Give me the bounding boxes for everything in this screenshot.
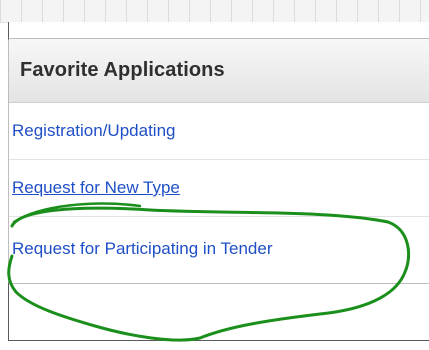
registration-updating-link[interactable]: Registration/Updating [12, 121, 175, 141]
top-toolbar-strip [0, 0, 429, 23]
list-item-request-participating-tender[interactable]: Request for Participating in Tender [9, 217, 429, 281]
widget-header: Favorite Applications [9, 39, 429, 103]
favorite-applications-widget: Favorite Applications Registration/Updat… [8, 38, 429, 284]
list-item-registration-updating[interactable]: Registration/Updating [9, 103, 429, 160]
list-item-request-new-type[interactable]: Request for New Type [9, 160, 429, 217]
request-participating-tender-link[interactable]: Request for Participating in Tender [12, 239, 273, 259]
request-new-type-link[interactable]: Request for New Type [12, 178, 180, 198]
screenshot-stage: Favorite Applications Registration/Updat… [0, 0, 429, 350]
widget-title: Favorite Applications [20, 59, 225, 81]
